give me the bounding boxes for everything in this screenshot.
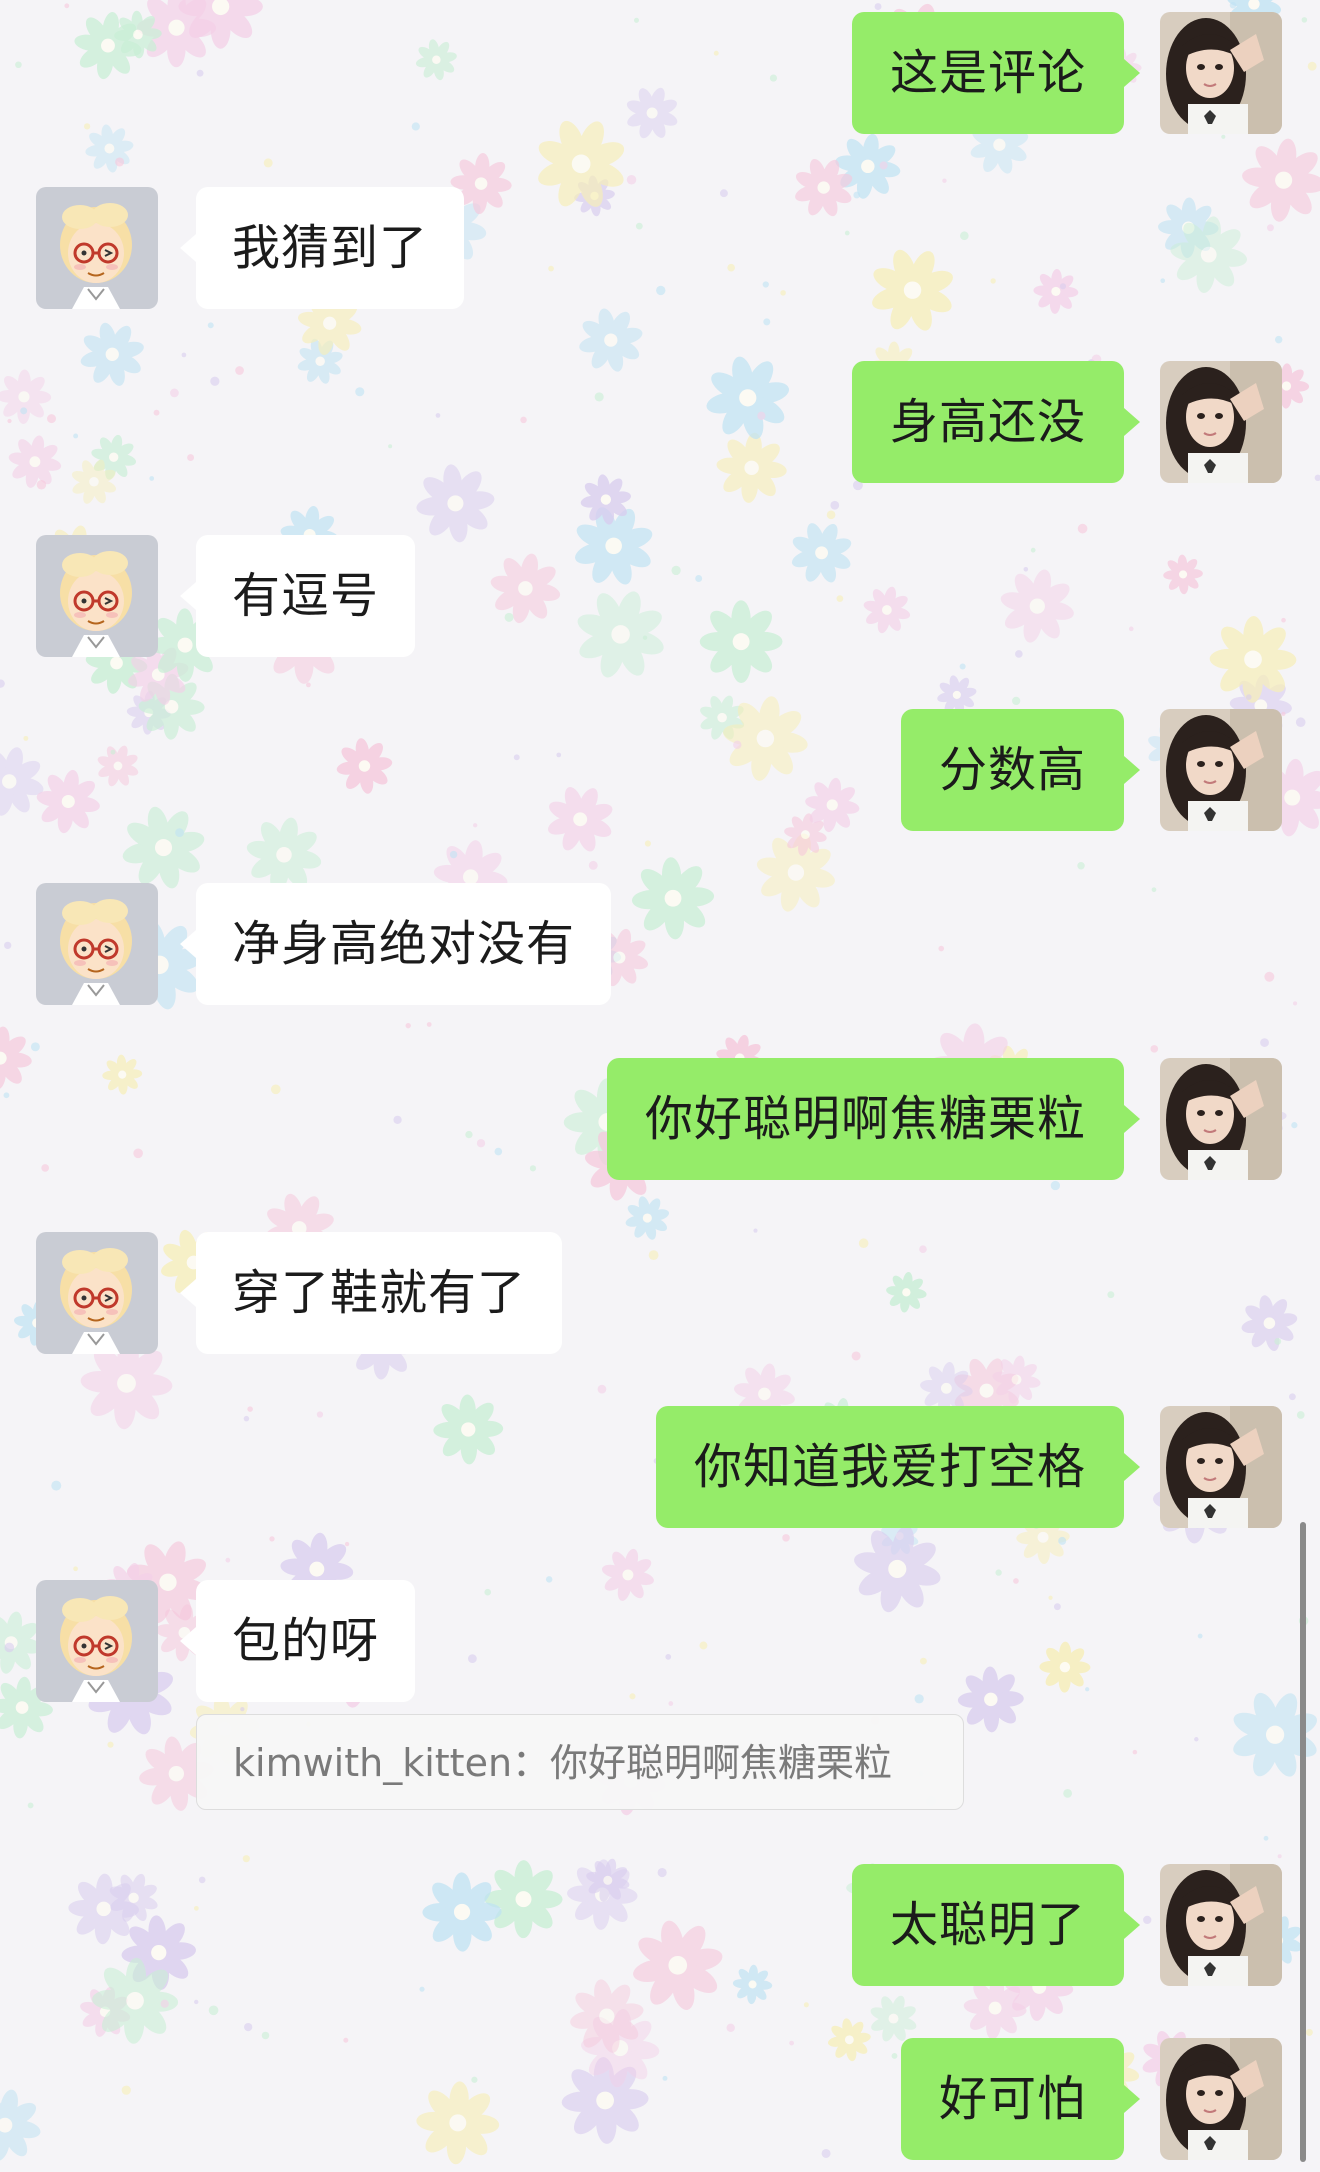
message-bubble[interactable]: 包的呀 [196,1580,416,1702]
girl-photo-avatar-icon [1160,1406,1282,1528]
bubble-tail [1124,756,1140,784]
bubble-tail [1124,1911,1140,1939]
message-row-incoming: 包的呀 [0,1580,1320,1702]
girl-photo-avatar-icon [1160,2038,1282,2160]
girl-photo-avatar-icon [1160,1058,1282,1180]
message-bubble[interactable]: 分数高 [900,709,1124,831]
message-bubble[interactable]: 净身高绝对没有 [196,883,612,1005]
bubble-tail [1124,1453,1140,1481]
self-avatar[interactable] [1160,12,1282,134]
bubble-tail [1124,2085,1140,2113]
self-avatar[interactable] [1160,1406,1282,1528]
bubble-tail [180,930,196,958]
bubble-tail [1124,408,1140,436]
message-row-incoming: 我猜到了 [0,187,1320,309]
quote-text: 你好聪明啊焦糖栗粒 [550,1741,893,1785]
message-bubble[interactable]: 太聪明了 [851,1864,1124,1986]
bubble-tail [180,1627,196,1655]
message-bubble[interactable]: 你好聪明啊焦糖栗粒 [606,1058,1124,1180]
quote-sender: kimwith_kitten： [233,1741,551,1785]
bubble-tail [180,1279,196,1307]
contact-avatar[interactable] [36,535,158,657]
girl-photo-avatar-icon [1160,361,1282,483]
memoji-avatar-icon [36,1232,158,1354]
contact-avatar[interactable] [36,1232,158,1354]
memoji-avatar-icon [36,535,158,657]
bubble-tail [1124,1105,1140,1133]
message-bubble[interactable]: 这是评论 [851,12,1124,134]
bubble-tail [1124,59,1140,87]
message-row-outgoing: 身高还没 [0,361,1320,483]
message-bubble[interactable]: 我猜到了 [196,187,465,309]
message-bubble[interactable]: 好可怕 [900,2038,1124,2160]
message-bubble[interactable]: 有逗号 [196,535,416,657]
quoted-message[interactable]: kimwith_kitten：你好聪明啊焦糖栗粒 [196,1714,964,1810]
message-row-incoming: 有逗号 [0,535,1320,657]
bubble-tail [180,234,196,262]
self-avatar[interactable] [1160,2038,1282,2160]
self-avatar[interactable] [1160,361,1282,483]
message-bubble[interactable]: 身高还没 [851,361,1124,483]
message-row-outgoing: 你好聪明啊焦糖栗粒 [0,1058,1320,1180]
memoji-avatar-icon [36,187,158,309]
message-row-outgoing: 分数高 [0,709,1320,831]
message-row-outgoing: 好可怕 [0,2038,1320,2160]
message-row-outgoing: 你知道我爱打空格 [0,1406,1320,1528]
contact-avatar[interactable] [36,883,158,1005]
message-row-outgoing: 这是评论 [0,12,1320,134]
memoji-avatar-icon [36,883,158,1005]
girl-photo-avatar-icon [1160,1864,1282,1986]
bubble-tail [180,582,196,610]
girl-photo-avatar-icon [1160,12,1282,134]
message-bubble[interactable]: 你知道我爱打空格 [655,1406,1124,1528]
message-row-outgoing: 太聪明了 [0,1864,1320,1986]
chat-window[interactable]: 这是评论 我猜到了 身高还没 有逗号 分数高 净身高绝对没有 你好聪明啊焦糖栗粒 [0,0,1320,2172]
contact-avatar[interactable] [36,1580,158,1702]
message-row-incoming: 穿了鞋就有了 [0,1232,1320,1354]
self-avatar[interactable] [1160,709,1282,831]
memoji-avatar-icon [36,1580,158,1702]
message-bubble[interactable]: 穿了鞋就有了 [196,1232,563,1354]
girl-photo-avatar-icon [1160,709,1282,831]
scrollbar[interactable] [1300,1522,1306,2162]
self-avatar[interactable] [1160,1058,1282,1180]
message-row-incoming: 净身高绝对没有 [0,883,1320,1005]
contact-avatar[interactable] [36,187,158,309]
self-avatar[interactable] [1160,1864,1282,1986]
